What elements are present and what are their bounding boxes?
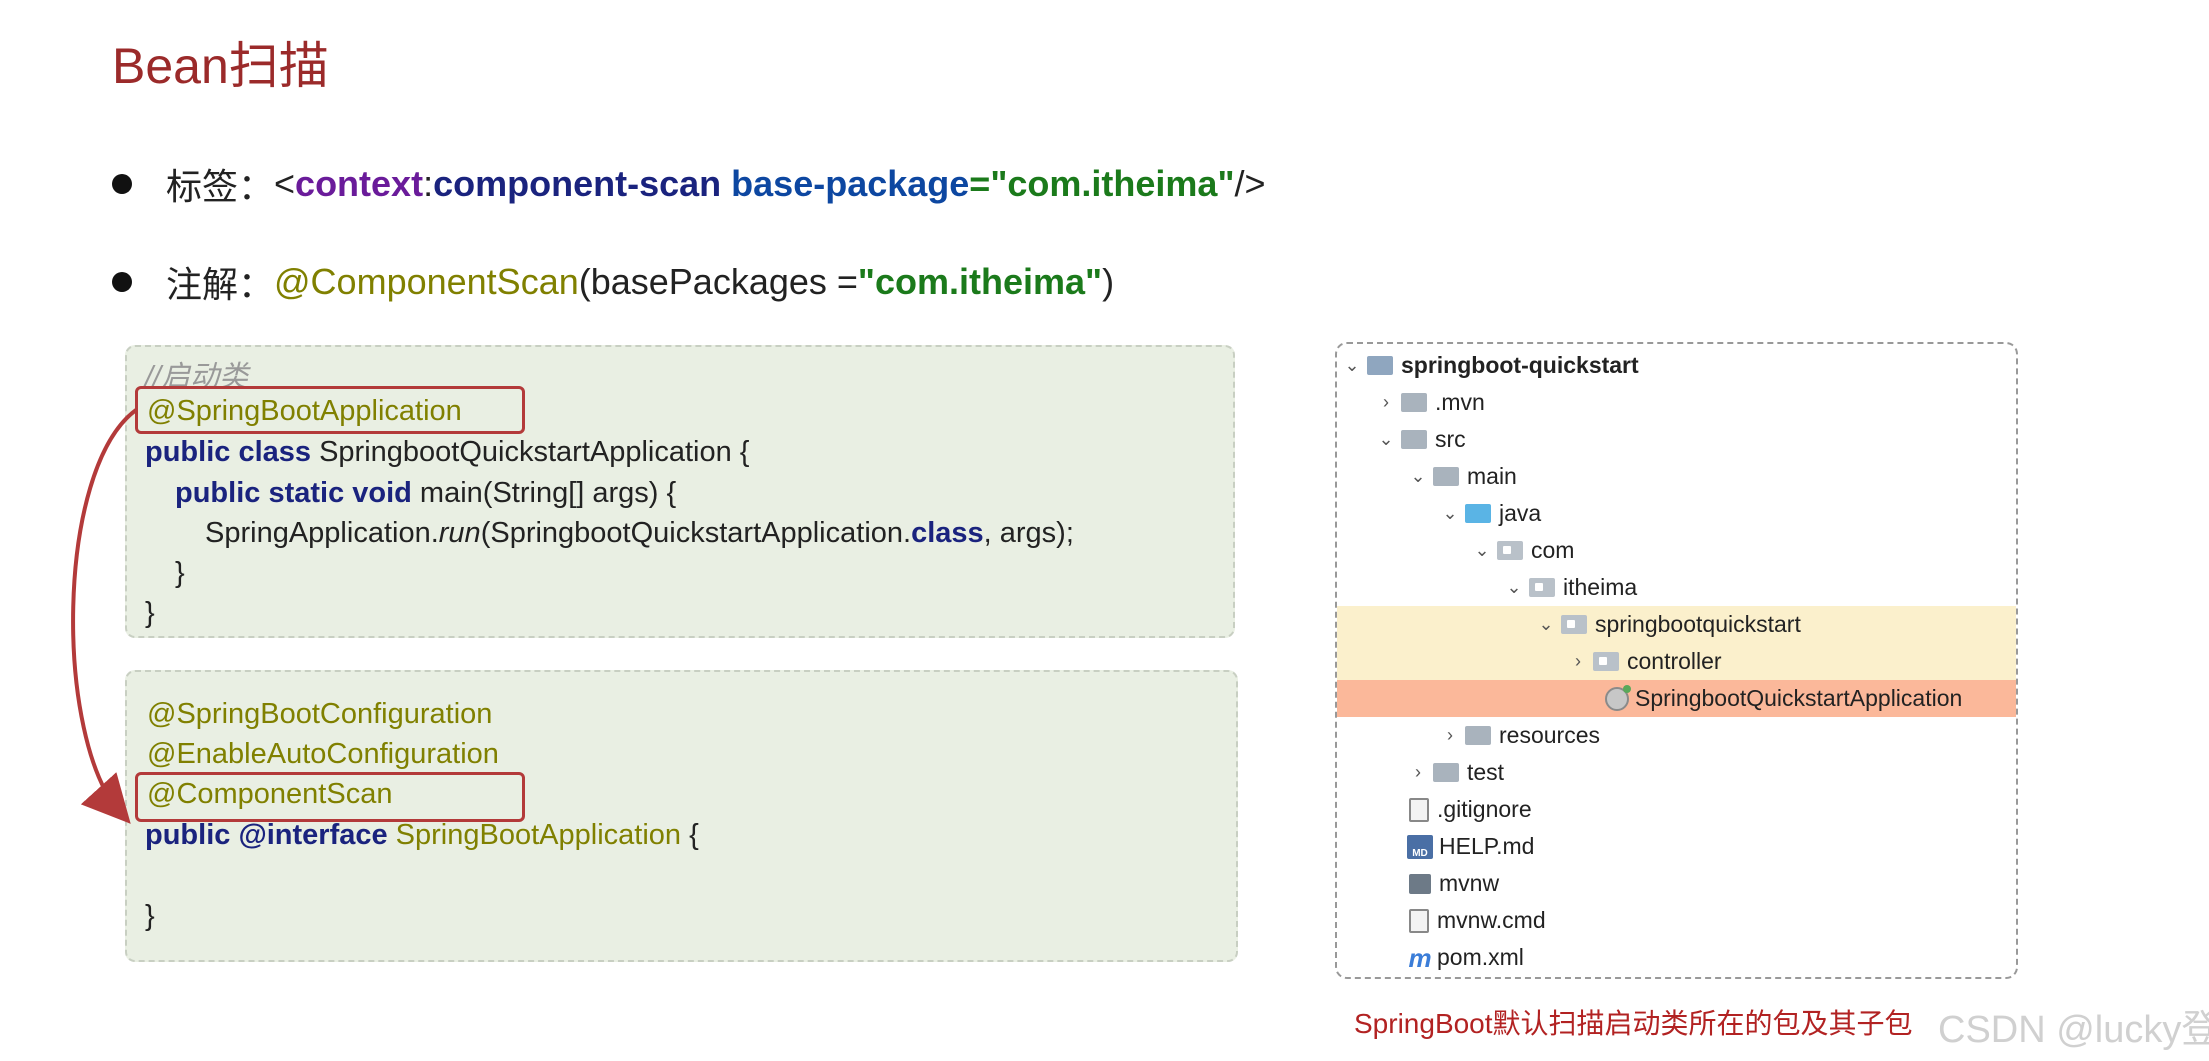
chevron-right-icon: › <box>1575 651 1581 671</box>
tree-item-help[interactable]: MD HELP.md <box>1337 828 2016 865</box>
chevron-down-icon: ⌄ <box>1410 466 1426 486</box>
tree-item-gitignore[interactable]: .gitignore <box>1337 791 2016 828</box>
chevron-down-icon: ⌄ <box>1378 429 1394 449</box>
tree-item-root[interactable]: ⌄ springboot-quickstart <box>1337 347 2016 384</box>
chevron-down-icon: ⌄ <box>1442 503 1458 523</box>
tree-item-controller[interactable]: › controller <box>1337 643 2016 680</box>
folder-icon <box>1433 467 1459 486</box>
markdown-file-icon: MD <box>1407 834 1433 859</box>
maven-icon: m <box>1408 942 1432 973</box>
chevron-right-icon: › <box>1447 725 1453 745</box>
folder-icon <box>1401 430 1427 449</box>
text-file-icon <box>1409 908 1429 933</box>
chevron-right-icon: › <box>1383 392 1389 412</box>
project-tree: ⌄ springboot-quickstart › .mvn ⌄ src ⌄ m… <box>1335 342 2018 979</box>
tree-item-mvn[interactable]: › .mvn <box>1337 384 2016 421</box>
chevron-down-icon: ⌄ <box>1506 577 1522 597</box>
tree-item-mvnw-cmd[interactable]: mvnw.cmd <box>1337 902 2016 939</box>
package-icon <box>1561 615 1587 634</box>
tree-item-application-class[interactable]: SpringbootQuickstartApplication <box>1337 680 2016 717</box>
tree-item-main[interactable]: ⌄ main <box>1337 458 2016 495</box>
gitignore-file-icon <box>1409 797 1429 822</box>
tree-item-itheima[interactable]: ⌄ itheima <box>1337 569 2016 606</box>
package-icon <box>1529 578 1555 597</box>
chevron-down-icon: ⌄ <box>1538 614 1554 634</box>
package-icon <box>1497 541 1523 560</box>
tree-item-mvnw[interactable]: mvnw <box>1337 865 2016 902</box>
resources-folder-icon <box>1465 726 1491 745</box>
tree-item-springbootquickstart[interactable]: ⌄ springbootquickstart <box>1337 606 2016 643</box>
spring-boot-class-icon <box>1605 684 1631 711</box>
source-folder-icon <box>1465 504 1491 523</box>
tree-item-resources[interactable]: › resources <box>1337 717 2016 754</box>
shell-script-icon <box>1409 873 1431 894</box>
tree-item-pom[interactable]: m pom.xml <box>1337 939 2016 976</box>
tree-caption: SpringBoot默认扫描启动类所在的包及其子包 <box>1354 1008 1913 1039</box>
project-folder-icon <box>1367 356 1393 375</box>
tree-item-test[interactable]: › test <box>1337 754 2016 791</box>
package-icon <box>1593 652 1619 671</box>
folder-icon <box>1433 763 1459 782</box>
tree-item-com[interactable]: ⌄ com <box>1337 532 2016 569</box>
watermark: CSDN @lucky登 <box>1938 1009 2209 1051</box>
folder-icon <box>1401 393 1427 412</box>
tree-item-src[interactable]: ⌄ src <box>1337 421 2016 458</box>
chevron-down-icon: ⌄ <box>1344 355 1360 375</box>
chevron-down-icon: ⌄ <box>1474 540 1490 560</box>
tree-item-java[interactable]: ⌄ java <box>1337 495 2016 532</box>
chevron-right-icon: › <box>1415 762 1421 782</box>
